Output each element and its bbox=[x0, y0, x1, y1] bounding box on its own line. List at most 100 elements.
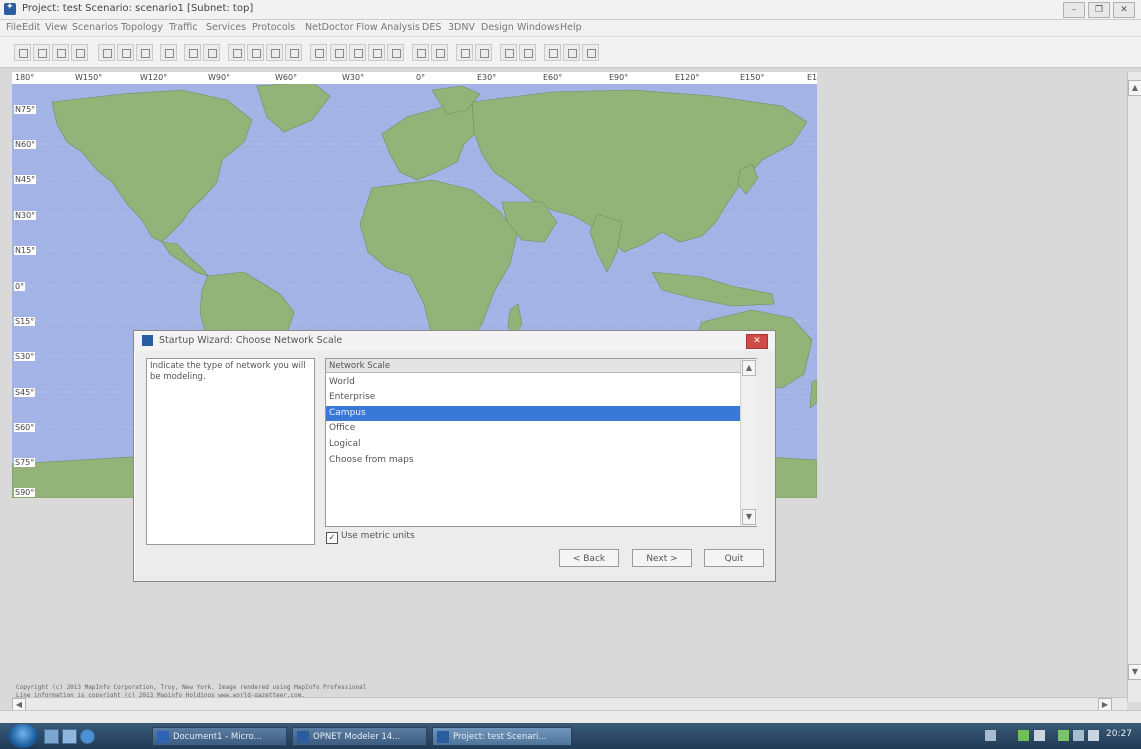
wand-icon[interactable] bbox=[412, 44, 429, 61]
network-scale-list[interactable]: Network Scale World Enterprise Campus Of… bbox=[325, 358, 757, 527]
report-icon[interactable] bbox=[500, 44, 517, 61]
graph-icon[interactable] bbox=[431, 44, 448, 61]
flag-icon[interactable] bbox=[1073, 730, 1084, 741]
close-window-button[interactable]: ✕ bbox=[1113, 2, 1135, 18]
start-button[interactable] bbox=[8, 724, 38, 748]
volume-icon[interactable] bbox=[1034, 730, 1045, 741]
results-icon[interactable] bbox=[456, 44, 473, 61]
clock[interactable]: 20:27 bbox=[1106, 729, 1132, 739]
longitude-label: 0° bbox=[416, 73, 426, 82]
list-scroll-down-icon[interactable]: ▼ bbox=[742, 509, 756, 525]
longitude-label: E150° bbox=[740, 73, 765, 82]
menu-des[interactable]: DES bbox=[422, 22, 441, 33]
back-button[interactable]: < Back bbox=[559, 549, 619, 567]
scroll-down-icon[interactable]: ▼ bbox=[1128, 664, 1141, 680]
location-pin-icon[interactable] bbox=[160, 44, 177, 61]
longitude-label: E1 bbox=[807, 73, 818, 82]
battery-icon[interactable] bbox=[1058, 730, 1069, 741]
hierarchy-icon[interactable] bbox=[387, 44, 404, 61]
zoom-in-icon[interactable] bbox=[184, 44, 201, 61]
fail-node-icon[interactable] bbox=[52, 44, 69, 61]
menu-edit[interactable]: Edit bbox=[22, 22, 40, 33]
export-traffic-icon[interactable] bbox=[266, 44, 283, 61]
list-item-campus[interactable]: Campus bbox=[326, 406, 740, 421]
configure-traffic-icon[interactable] bbox=[228, 44, 245, 61]
window-icon[interactable] bbox=[136, 44, 153, 61]
latitude-label: S60° bbox=[14, 423, 36, 432]
list-item-office[interactable]: Office bbox=[326, 421, 752, 436]
taskbar-item-project[interactable]: Project: test Scenari... bbox=[432, 727, 572, 746]
list-scrollbar[interactable]: ▲ ▼ bbox=[740, 359, 757, 526]
taskbar-item-word[interactable]: Document1 - Micro... bbox=[152, 727, 287, 746]
menu-protocols[interactable]: Protocols bbox=[252, 22, 295, 33]
menu-help[interactable]: Help bbox=[560, 22, 582, 33]
longitude-label: W90° bbox=[208, 73, 231, 82]
status-bar bbox=[0, 710, 1141, 724]
list-scroll-up-icon[interactable]: ▲ bbox=[742, 360, 756, 376]
print-icon[interactable] bbox=[71, 44, 88, 61]
taskbar-item-label: Project: test Scenari... bbox=[453, 732, 547, 742]
grid-overlay-icon[interactable] bbox=[368, 44, 385, 61]
network-icon[interactable] bbox=[1018, 730, 1029, 741]
menu-traffic[interactable]: Traffic bbox=[169, 22, 198, 33]
label-icon[interactable] bbox=[544, 44, 561, 61]
dialog-close-button[interactable]: ✕ bbox=[746, 334, 768, 349]
traffic-flows-icon[interactable] bbox=[285, 44, 302, 61]
filter-icon[interactable] bbox=[330, 44, 347, 61]
latitude-label: S15° bbox=[14, 317, 36, 326]
menu-3dnv[interactable]: 3DNV bbox=[448, 22, 475, 33]
longitude-ruler: 180° W150° W120° W90° W60° W30° 0° E30° … bbox=[12, 72, 817, 84]
menu-flow-analysis[interactable]: Flow Analysis bbox=[356, 22, 420, 33]
run-simulation-icon[interactable] bbox=[310, 44, 327, 61]
menu-file[interactable]: File bbox=[6, 22, 22, 33]
latitude-label: N15° bbox=[14, 246, 37, 255]
list-item-enterprise[interactable]: Enterprise bbox=[326, 390, 752, 405]
vertical-scrollbar[interactable]: ▲ ▼ bbox=[1127, 72, 1141, 702]
menu-services[interactable]: Services bbox=[206, 22, 246, 33]
internet-explorer-icon[interactable] bbox=[80, 729, 95, 744]
instruction-panel: Indicate the type of network you will be… bbox=[146, 358, 315, 545]
taskbar-item-opnet[interactable]: OPNET Modeler 14... bbox=[292, 727, 427, 746]
triangle-icon[interactable] bbox=[349, 44, 366, 61]
menu-netdoctor[interactable]: NetDoctor bbox=[305, 22, 353, 33]
longitude-label: W120° bbox=[140, 73, 168, 82]
speaker-icon[interactable] bbox=[1088, 730, 1099, 741]
menu-scenarios[interactable]: Scenarios bbox=[72, 22, 118, 33]
project-icon bbox=[437, 731, 449, 743]
menu-view[interactable]: View bbox=[45, 22, 68, 33]
latitude-label: N30° bbox=[14, 211, 37, 220]
list-item-choose-from-maps[interactable]: Choose from maps bbox=[326, 453, 752, 468]
list-item-world[interactable]: World bbox=[326, 375, 752, 390]
statistics-icon[interactable] bbox=[475, 44, 492, 61]
metric-units-label: Use metric units bbox=[341, 531, 415, 541]
language-icon[interactable] bbox=[985, 730, 996, 741]
compare-icon[interactable] bbox=[519, 44, 536, 61]
zoom-out-icon[interactable] bbox=[203, 44, 220, 61]
menu-design[interactable]: Design bbox=[481, 22, 514, 33]
metric-units-checkbox[interactable]: ✓ bbox=[326, 532, 338, 544]
latitude-label: 0° bbox=[14, 282, 26, 291]
scroll-up-icon[interactable]: ▲ bbox=[1128, 80, 1141, 96]
menu-windows[interactable]: Windows bbox=[517, 22, 559, 33]
latitude-ruler: N75° N60° N45° N30° N15° 0° S15° S30° S4… bbox=[12, 72, 42, 498]
explorer-icon[interactable] bbox=[62, 729, 77, 744]
table-icon[interactable] bbox=[582, 44, 599, 61]
next-button[interactable]: Next > bbox=[632, 549, 692, 567]
longitude-label: E60° bbox=[543, 73, 563, 82]
horizontal-scrollbar[interactable]: ◀ ▶ bbox=[12, 697, 1127, 711]
latitude-label: S30° bbox=[14, 352, 36, 361]
restore-button[interactable]: ❐ bbox=[1088, 2, 1110, 18]
open-palette-icon[interactable] bbox=[14, 44, 31, 61]
menu-topology[interactable]: Topology bbox=[121, 22, 163, 33]
list-item-logical[interactable]: Logical bbox=[326, 437, 752, 452]
instruction-text: Indicate the type of network you will be… bbox=[150, 361, 306, 382]
grid-icon[interactable] bbox=[117, 44, 134, 61]
quit-button[interactable]: Quit bbox=[704, 549, 764, 567]
import-traffic-icon[interactable] bbox=[247, 44, 264, 61]
minimize-button[interactable]: – bbox=[1063, 2, 1085, 18]
zoom-icon[interactable] bbox=[98, 44, 115, 61]
check-links-icon[interactable] bbox=[33, 44, 50, 61]
longitude-label: W60° bbox=[275, 73, 298, 82]
show-desktop-icon[interactable] bbox=[44, 729, 59, 744]
chart-icon[interactable] bbox=[563, 44, 580, 61]
